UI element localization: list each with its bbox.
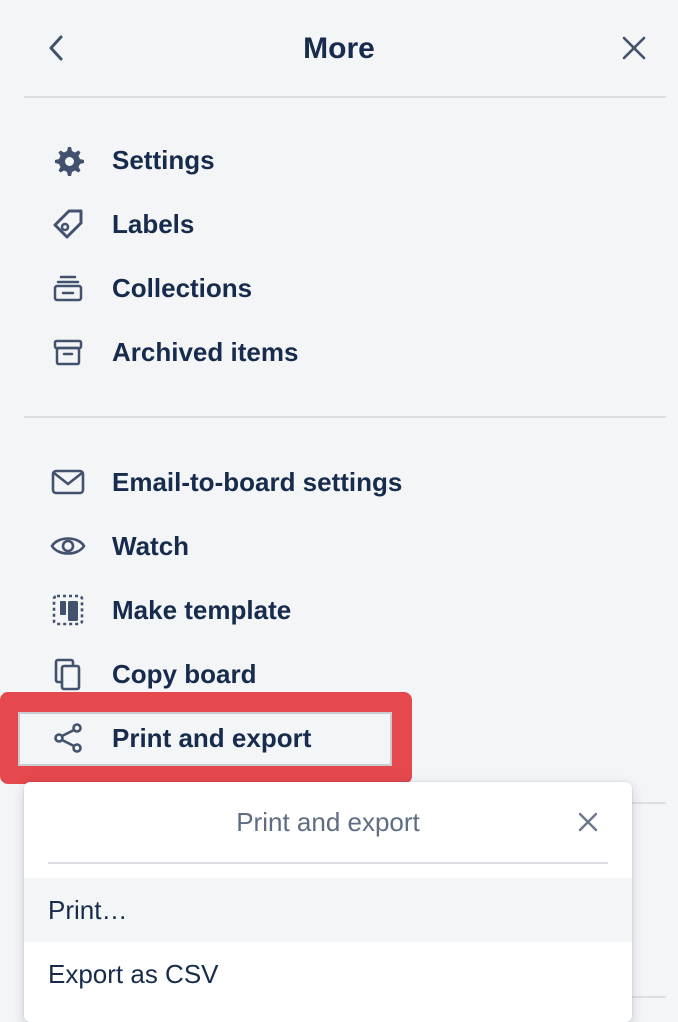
- menu-item-archived-items[interactable]: Archived items: [24, 324, 644, 380]
- menu-item-email-to-board-settings[interactable]: Email-to-board settings: [24, 454, 644, 510]
- panel-header: More: [0, 0, 678, 97]
- menu-item-labels[interactable]: Labels: [24, 196, 644, 252]
- section-divider: [632, 996, 666, 998]
- section-divider: [632, 802, 666, 804]
- menu-item-label: Copy board: [112, 659, 257, 689]
- menu-item-settings[interactable]: Settings: [24, 132, 644, 188]
- close-button[interactable]: [614, 28, 654, 68]
- archive-icon: [48, 336, 88, 368]
- section-divider: [24, 416, 666, 418]
- page-title: More: [303, 32, 375, 65]
- menu-item-print-and-export[interactable]: Print and export: [24, 710, 644, 766]
- share-icon: [48, 722, 88, 754]
- popover-item-label: Export as CSV: [48, 959, 219, 989]
- popover-close-button[interactable]: [572, 804, 604, 840]
- menu-item-collections[interactable]: Collections: [24, 260, 644, 316]
- popover-title: Print and export: [236, 807, 420, 837]
- menu-item-label: Watch: [112, 531, 190, 561]
- template-icon: [48, 594, 88, 626]
- popover-item-label: Print…: [48, 895, 128, 925]
- tag-icon: [48, 208, 88, 240]
- menu-item-label: Email-to-board settings: [112, 467, 403, 497]
- envelope-icon: [48, 466, 88, 498]
- menu-item-make-template[interactable]: Make template: [24, 582, 644, 638]
- popover-item-print[interactable]: Print…: [24, 878, 632, 942]
- menu-item-label: Make template: [112, 595, 292, 625]
- menu-item-label: Collections: [112, 273, 253, 303]
- eye-icon: [48, 530, 88, 562]
- popover-divider: [48, 862, 608, 864]
- menu-item-label: Archived items: [112, 337, 299, 367]
- menu-item-label: Settings: [112, 145, 215, 175]
- collection-icon: [48, 272, 88, 304]
- menu-item-label: Print and export: [112, 723, 312, 753]
- close-icon: [578, 812, 598, 832]
- popover-item-export-csv[interactable]: Export as CSV: [24, 942, 632, 1006]
- menu-item-watch[interactable]: Watch: [24, 518, 644, 574]
- close-icon: [622, 36, 646, 60]
- copy-icon: [48, 658, 88, 691]
- menu-item-label: Labels: [112, 209, 195, 239]
- print-export-popover: Print and export Print… Export as CSV: [24, 782, 632, 1022]
- header-divider: [24, 96, 666, 98]
- gear-icon: [48, 144, 88, 176]
